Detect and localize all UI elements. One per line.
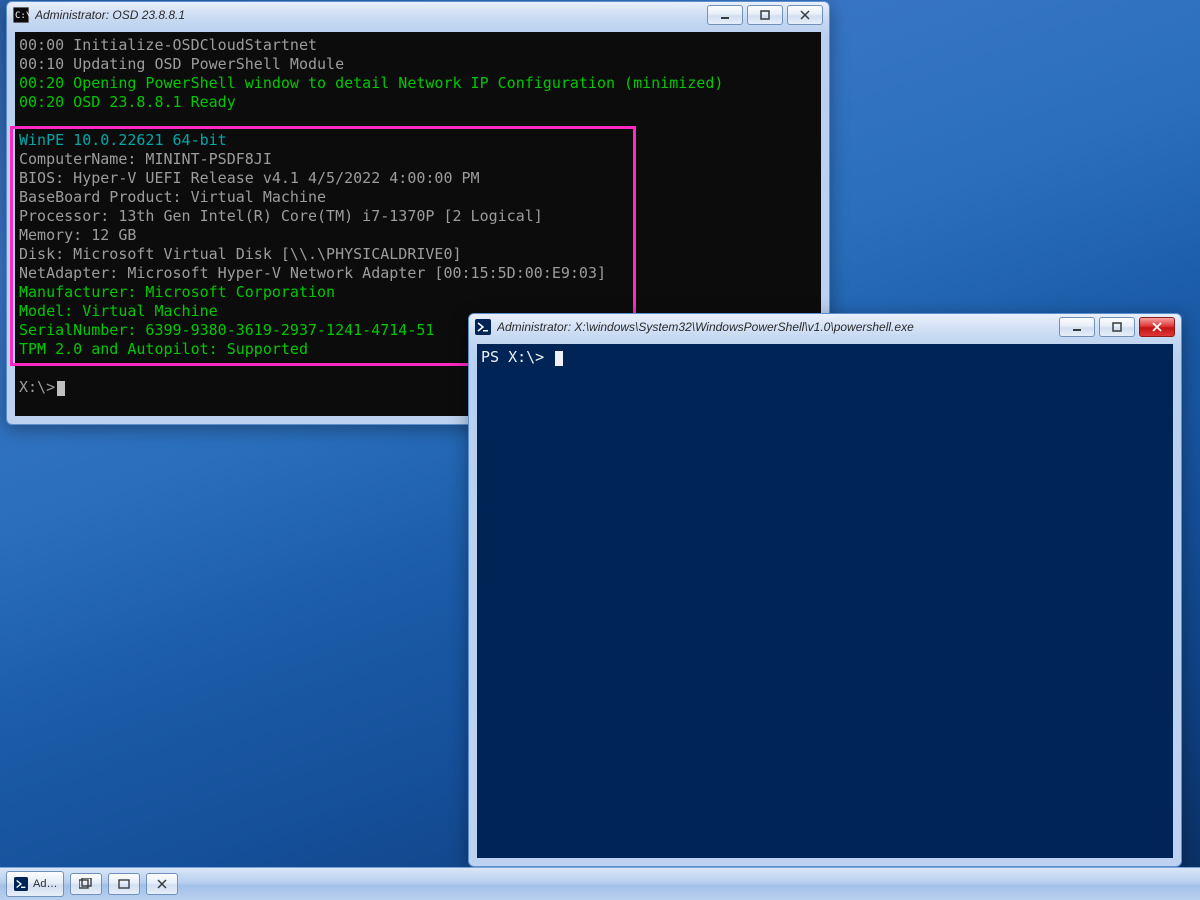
- svg-text:C:\: C:\: [15, 11, 29, 21]
- maximize-button[interactable]: [747, 5, 783, 25]
- cmd-prompt: X:\>: [19, 378, 55, 396]
- terminal-line: WinPE 10.0.22621 64-bit: [19, 131, 227, 149]
- minimize-button[interactable]: [1059, 317, 1095, 337]
- ps-window-controls: [1059, 317, 1175, 337]
- terminal-line: BaseBoard Product: Virtual Machine: [19, 188, 326, 206]
- taskbar-task-button[interactable]: Ad…: [6, 871, 64, 897]
- terminal-line: Model: Virtual Machine: [19, 302, 218, 320]
- cmd-window-title: Administrator: OSD 23.8.8.1: [35, 8, 185, 22]
- terminal-line: 00:00 Initialize-OSDCloudStartnet: [19, 36, 317, 54]
- terminal-line: ComputerName: MININT-PSDF8JI: [19, 150, 272, 168]
- minimize-button[interactable]: [707, 5, 743, 25]
- terminal-line: 00:10 Updating OSD PowerShell Module: [19, 55, 344, 73]
- terminal-line: Memory: 12 GB: [19, 226, 136, 244]
- powershell-window[interactable]: Administrator: X:\windows\System32\Windo…: [468, 313, 1182, 867]
- terminal-line: SerialNumber: 6399-9380-3619-2937-1241-4…: [19, 321, 434, 339]
- cmd-titlebar[interactable]: C:\ Administrator: OSD 23.8.8.1: [7, 2, 829, 28]
- cursor: [555, 351, 563, 366]
- cmd-icon: C:\: [13, 7, 29, 23]
- cursor: [57, 381, 65, 396]
- desktop: C:\ Administrator: OSD 23.8.8.1 00:00 In…: [0, 0, 1200, 900]
- terminal-line: Processor: 13th Gen Intel(R) Core(TM) i7…: [19, 207, 543, 225]
- terminal-line: 00:20 OSD 23.8.8.1 Ready: [19, 93, 236, 111]
- ps-terminal[interactable]: PS X:\>: [477, 344, 1173, 858]
- close-button[interactable]: [1139, 317, 1175, 337]
- terminal-line: TPM 2.0 and Autopilot: Supported: [19, 340, 308, 358]
- terminal-line: BIOS: Hyper-V UEFI Release v4.1 4/5/2022…: [19, 169, 480, 187]
- terminal-line: Disk: Microsoft Virtual Disk [\\.\PHYSIC…: [19, 245, 462, 263]
- ps-titlebar[interactable]: Administrator: X:\windows\System32\Windo…: [469, 314, 1181, 340]
- taskbar-tile-windows-button[interactable]: [70, 873, 102, 895]
- taskbar-task-label: Ad…: [33, 878, 57, 890]
- cmd-window-controls: [707, 5, 823, 25]
- terminal-line: Manufacturer: Microsoft Corporation: [19, 283, 335, 301]
- terminal-line: 00:20 Opening PowerShell window to detai…: [19, 74, 723, 92]
- powershell-icon: [13, 877, 29, 891]
- taskbar-close-button[interactable]: [146, 873, 178, 895]
- maximize-button[interactable]: [1099, 317, 1135, 337]
- ps-window-title: Administrator: X:\windows\System32\Windo…: [497, 320, 914, 334]
- terminal-line: NetAdapter: Microsoft Hyper-V Network Ad…: [19, 264, 606, 282]
- close-button[interactable]: [787, 5, 823, 25]
- taskbar-show-desktop-button[interactable]: [108, 873, 140, 895]
- powershell-icon: [475, 319, 491, 335]
- ps-prompt: PS X:\>: [481, 348, 553, 366]
- taskbar[interactable]: Ad…: [0, 867, 1200, 900]
